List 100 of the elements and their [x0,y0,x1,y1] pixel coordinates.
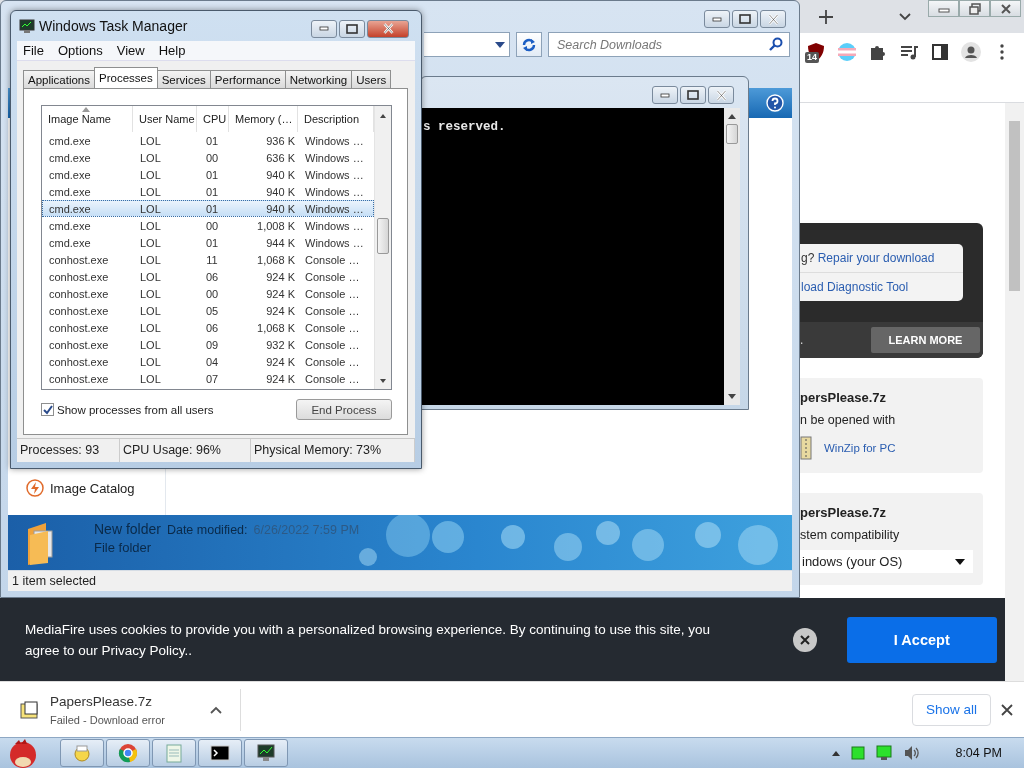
status-bar: 1 item selected [8,570,792,591]
maximize-button[interactable] [732,10,758,28]
card-subtitle: n be opened with [800,413,897,427]
show-all-button[interactable]: Show all [912,693,991,726]
tab[interactable]: Networking [284,70,353,88]
close-icon [767,13,779,25]
terminal-icon [210,745,230,761]
process-row[interactable]: conhost.exe LOL 06 924 K Console … [42,268,374,285]
column-header[interactable]: Memory (… [229,106,298,132]
menu-item[interactable]: Options [51,41,109,60]
taskbar-button[interactable] [244,739,288,767]
maximize-button[interactable] [339,19,365,38]
close-icon [382,23,394,34]
minimize-button[interactable] [704,10,730,28]
column-header[interactable]: Image Name [42,106,133,132]
menu-item[interactable]: View [110,41,151,60]
end-process-button[interactable]: End Process [296,399,392,420]
process-row[interactable]: conhost.exe LOL 06 1,068 K Console … [42,319,374,336]
close-button[interactable] [990,0,1021,17]
column-header[interactable]: CPU [197,106,229,132]
side-panel-icon[interactable] [930,41,950,62]
minimize-button[interactable] [652,86,678,104]
close-icon [799,634,810,645]
refresh-button[interactable] [516,32,542,57]
tab[interactable]: Users [351,70,392,88]
menu-item[interactable]: Help [152,41,192,60]
archive-icon [800,435,812,461]
profile-avatar-icon[interactable] [961,41,981,62]
clock[interactable]: 8:04 PM [955,746,1002,760]
restore-icon [967,2,982,15]
process-row[interactable]: conhost.exe LOL 04 924 K Console … [42,353,374,370]
scroll-down-icon[interactable] [727,393,737,401]
process-row[interactable]: cmd.exe LOL 01 940 K Windows … [42,166,374,183]
learn-more-button[interactable]: LEARN MORE [871,327,980,353]
scroll-up-icon[interactable] [727,112,737,120]
promo-footer-text: . [800,333,804,347]
process-row[interactable]: cmd.exe LOL 01 944 K Windows … [42,234,374,251]
card-subtitle: stem compatibility [800,528,901,542]
repair-link[interactable]: Repair your download [817,251,935,265]
close-icon[interactable] [1000,702,1014,717]
maximize-icon [687,90,699,100]
tab[interactable]: Applications [23,70,95,88]
scrollbar[interactable] [1005,103,1024,683]
speaker-icon[interactable] [903,745,922,761]
download-item[interactable]: PapersPlease.7z Failed - Download error [0,688,241,731]
monitor-icon [256,744,276,762]
tab[interactable]: Processes [94,67,158,88]
notepad-icon [165,743,183,763]
tab[interactable]: Services [156,70,211,88]
scroll-up-icon[interactable] [378,112,388,120]
chevron-up-icon[interactable] [210,705,222,714]
date-value: 6/26/2022 7:59 PM [253,523,360,537]
close-button[interactable] [793,627,817,652]
nav-item[interactable]: Image Catalog [26,479,165,497]
card-title: persPlease.7z [800,505,887,520]
scroll-thumb[interactable] [726,124,738,144]
process-row[interactable]: conhost.exe LOL 05 924 K Console … [42,302,374,319]
app-link[interactable]: WinZip for PC [824,442,896,454]
process-row[interactable]: cmd.exe LOL 00 1,008 K Windows … [42,217,374,234]
diagnostic-tool-link[interactable]: load Diagnostic Tool [801,280,909,294]
process-row[interactable]: conhost.exe LOL 07 924 K Console … [42,370,374,387]
dropdown-arrow-icon[interactable] [495,41,505,48]
show-hidden-icons-icon[interactable] [831,749,842,757]
network-icon[interactable] [875,745,894,761]
address-field[interactable] [424,32,510,57]
new-tab-icon[interactable] [818,9,834,25]
promo-text: g? [801,251,815,265]
maximize-button[interactable] [680,86,706,104]
restore-button[interactable] [959,0,990,17]
shield-extension-icon[interactable]: 14 [806,41,826,62]
search-icon[interactable] [769,37,783,51]
scroll-down-icon[interactable] [378,377,388,385]
checkbox[interactable] [41,403,54,416]
minimize-icon [319,26,329,31]
process-row[interactable]: cmd.exe LOL 01 936 K Windows … [42,132,374,149]
os-dropdown[interactable]: indows (your OS) [800,550,973,573]
process-row[interactable]: cmd.exe LOL 01 940 K Windows … [42,200,374,217]
search-field[interactable]: Search Downloads [548,32,790,57]
sort-arrow-icon [82,107,90,112]
process-row[interactable]: cmd.exe LOL 01 940 K Windows … [42,183,374,200]
taskbar-button[interactable] [198,739,242,767]
checkmark-icon [42,404,53,415]
process-row[interactable]: cmd.exe LOL 00 636 K Windows … [42,149,374,166]
menu-item[interactable]: File [17,41,50,60]
window-title: Windows Task Manager [39,18,189,34]
scrollbar[interactable] [724,108,740,405]
column-header[interactable]: User Name [133,106,197,132]
tab[interactable]: Performance [209,70,286,88]
scrollbar[interactable] [374,106,391,389]
help-icon[interactable] [766,94,784,112]
process-row[interactable]: conhost.exe LOL 09 932 K Console … [42,336,374,353]
process-row[interactable]: conhost.exe LOL 00 924 K Console … [42,285,374,302]
process-row[interactable]: conhost.exe LOL 11 1,068 K Console … [42,251,374,268]
minimize-button[interactable] [928,0,959,17]
minimize-button[interactable] [311,19,337,38]
card-title: persPlease.7z [800,390,887,405]
accept-button[interactable]: I Accept [846,616,997,663]
scroll-thumb[interactable] [377,218,389,254]
file-icon [20,699,40,720]
minimize-icon [712,16,722,22]
